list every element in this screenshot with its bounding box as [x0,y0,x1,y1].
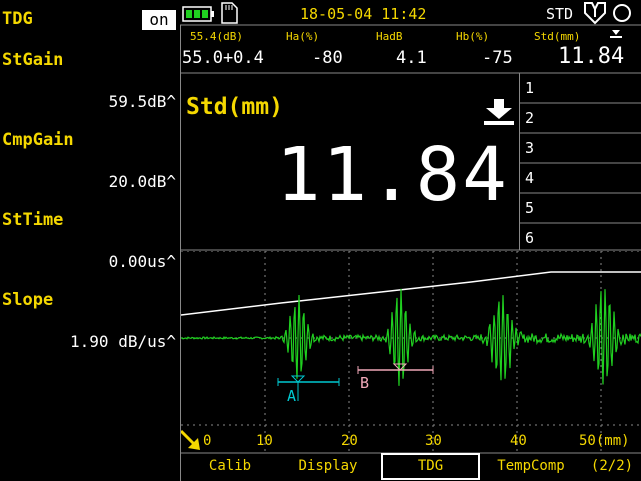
slot-2[interactable]: 2 [525,109,534,127]
gate-b-label: B [360,374,369,392]
gate-a-label: A [287,387,296,405]
menu-calib[interactable]: Calib [196,454,264,478]
x-tick-50: 50(mm) [579,433,630,449]
plot-grid [181,251,641,451]
slot-1[interactable]: 1 [525,79,534,97]
slot-6[interactable]: 6 [525,229,534,247]
tdg-curve [181,271,641,316]
main-readout-value: 11.84 [276,132,509,218]
x-tick-40: 40 [510,433,527,449]
x-tick-10: 10 [256,433,273,449]
echo-signal [181,288,641,386]
menu-tempcomp[interactable]: TempComp [486,454,576,478]
main-readout-label: Std(mm) [186,94,283,120]
x-tick-0: 0 [203,433,212,449]
std-down-arrow-icon [484,99,514,125]
menu-display[interactable]: Display [288,454,368,478]
ascan-plot[interactable]: A B [181,251,641,453]
menu-page-indicator[interactable]: (2/2) [586,454,638,478]
x-tick-20: 20 [341,433,358,449]
slot-5[interactable]: 5 [525,199,534,217]
slot-4[interactable]: 4 [525,169,534,187]
gate-b[interactable] [357,363,434,374]
x-tick-30: 30 [425,433,442,449]
slot-3[interactable]: 3 [525,139,534,157]
menu-tdg[interactable]: TDG [381,453,480,480]
